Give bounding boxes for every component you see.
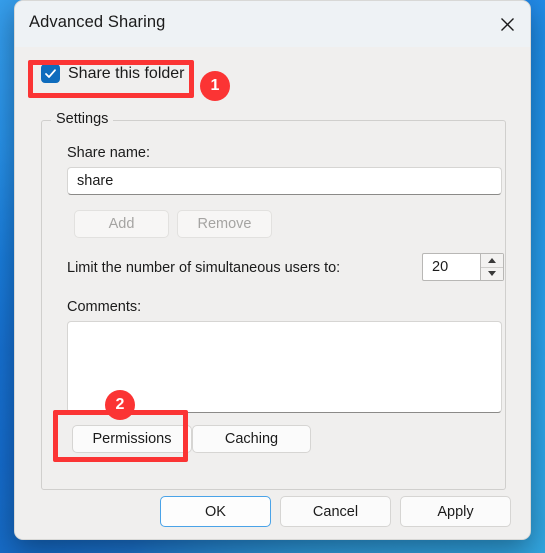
comments-label: Comments:	[67, 299, 142, 315]
checkbox-checked-icon	[41, 64, 60, 83]
limit-users-value: 20	[432, 259, 449, 275]
comments-textarea[interactable]	[67, 321, 502, 413]
share-this-folder-checkbox[interactable]: Share this folder	[41, 64, 185, 83]
share-name-input[interactable]: share	[67, 167, 502, 195]
permissions-button[interactable]: Permissions	[72, 425, 192, 453]
stepper-down-icon[interactable]	[481, 267, 503, 280]
add-button[interactable]: Add	[74, 210, 169, 238]
share-this-folder-label: Share this folder	[68, 64, 185, 82]
advanced-sharing-dialog: Advanced Sharing Share this folder Setti…	[14, 0, 531, 540]
stepper-up-icon[interactable]	[481, 254, 503, 268]
cancel-button[interactable]: Cancel	[280, 496, 391, 527]
dialog-body: Share this folder Settings Share name: s…	[15, 47, 530, 539]
close-icon[interactable]	[484, 1, 530, 47]
limit-users-label: Limit the number of simultaneous users t…	[67, 260, 341, 276]
title-bar: Advanced Sharing	[15, 1, 530, 47]
stepper-buttons	[480, 254, 503, 280]
settings-group-label: Settings	[51, 111, 114, 127]
remove-button[interactable]: Remove	[177, 210, 272, 238]
caching-button[interactable]: Caching	[192, 425, 311, 453]
window-title: Advanced Sharing	[29, 13, 166, 31]
ok-button[interactable]: OK	[160, 496, 271, 527]
apply-button[interactable]: Apply	[400, 496, 511, 527]
limit-users-stepper[interactable]: 20	[422, 253, 504, 281]
share-name-label: Share name:	[67, 145, 151, 161]
